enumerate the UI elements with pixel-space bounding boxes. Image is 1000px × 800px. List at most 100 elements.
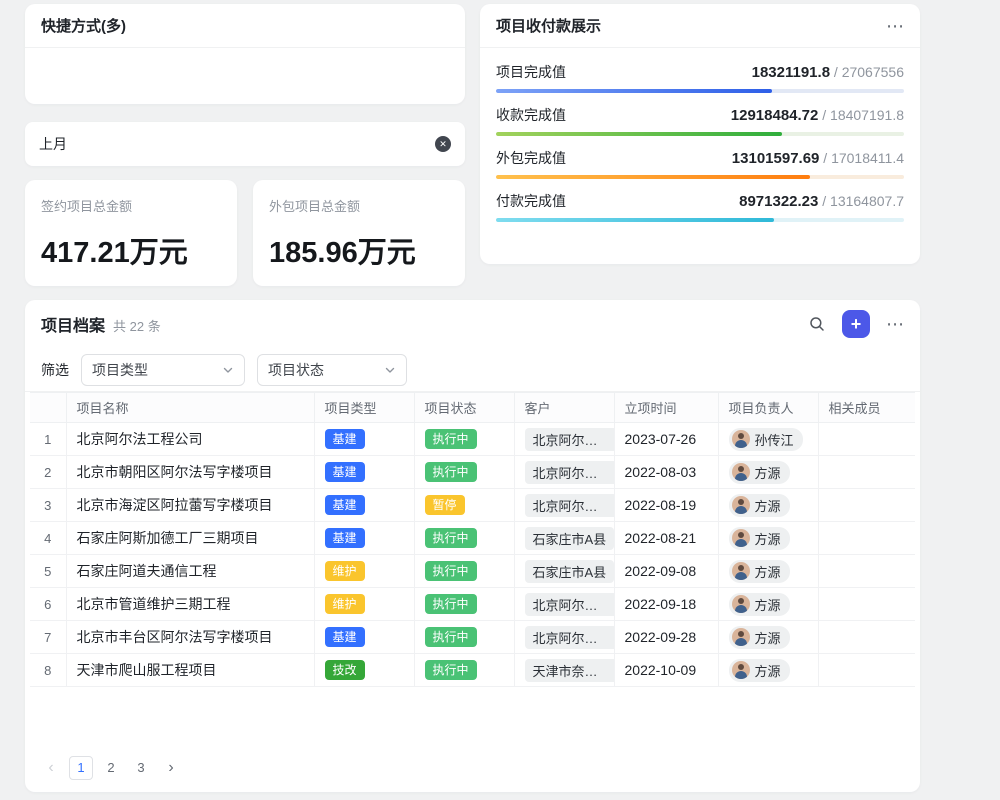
customer-pill: 北京阿尔法工程公司 [525, 626, 615, 649]
members-cell [818, 555, 915, 588]
customer-pill: 北京阿尔法工程公司 [525, 428, 615, 451]
table-header-row: 项目名称 项目类型 项目状态 客户 立项时间 项目负责人 相关成员 [30, 393, 915, 423]
project-status-tag: 执行中 [425, 594, 477, 614]
add-record-button[interactable]: + [842, 310, 870, 338]
project-name-cell[interactable]: 石家庄阿道夫通信工程 [66, 555, 314, 588]
table-row[interactable]: 8 天津市爬山服工程项目 技改 执行中 天津市奈文摩尔 2022-10-09 方… [30, 654, 915, 687]
project-status-tag: 执行中 [425, 429, 477, 449]
column-header-owner[interactable]: 项目负责人 [718, 393, 818, 423]
members-cell [818, 588, 915, 621]
owner-chip: 方源 [729, 560, 790, 583]
progress-track [496, 175, 904, 179]
table-row[interactable]: 2 北京市朝阳区阿尔法写字楼项目 基建 执行中 北京阿尔法工程公司 2022-0… [30, 456, 915, 489]
more-icon[interactable]: ⋯ [886, 17, 904, 35]
progress-total: 18407191.8 [830, 107, 904, 123]
row-index: 7 [30, 621, 66, 654]
signed-amount-value: 417.21万元 [41, 229, 221, 271]
avatar [732, 661, 750, 679]
progress-row: 外包完成值 13101597.69 / 17018411.4 [496, 148, 904, 179]
row-index: 1 [30, 423, 66, 456]
table-card-actions: + ⋯ [808, 310, 904, 338]
customer-pill: 北京阿尔法工程公司 [525, 593, 615, 616]
owner-name: 方源 [755, 463, 781, 482]
pagination-prev-icon[interactable]: ‹ [39, 756, 63, 780]
project-type-tag: 基建 [325, 495, 365, 515]
project-type-tag: 基建 [325, 429, 365, 449]
record-count: 共 22 条 [113, 316, 161, 335]
progress-current: 18321191.8 [752, 64, 830, 81]
project-name-cell[interactable]: 北京市朝阳区阿尔法写字楼项目 [66, 456, 314, 489]
project-date-cell: 2022-08-19 [614, 489, 718, 522]
owner-name: 方源 [755, 595, 781, 614]
table-row[interactable]: 4 石家庄阿斯加德工厂三期项目 基建 执行中 石家庄市A县 2022-08-21… [30, 522, 915, 555]
progress-label: 付款完成值 [496, 191, 566, 211]
project-status-tag: 执行中 [425, 561, 477, 581]
customer-pill: 石家庄市A县 [525, 560, 615, 583]
project-status-tag: 暂停 [425, 495, 465, 515]
table-card-header: 项目档案 共 22 条 + ⋯ [25, 300, 920, 348]
column-header-status[interactable]: 项目状态 [414, 393, 514, 423]
month-filter-select[interactable]: 上月 ✕ [25, 122, 465, 166]
chevron-down-icon [222, 364, 234, 376]
project-type-tag: 技改 [325, 660, 365, 680]
project-name-cell[interactable]: 北京市管道维护三期工程 [66, 588, 314, 621]
column-header-date[interactable]: 立项时间 [614, 393, 718, 423]
project-type-tag: 基建 [325, 528, 365, 548]
project-type-filter-select[interactable]: 项目类型 [81, 354, 245, 386]
clear-filter-icon[interactable]: ✕ [435, 136, 451, 152]
customer-pill: 北京阿尔法工程公司 [525, 461, 615, 484]
column-header-customer[interactable]: 客户 [514, 393, 614, 423]
pagination-page-1[interactable]: 1 [69, 756, 93, 780]
project-date-cell: 2023-07-26 [614, 423, 718, 456]
project-name-cell[interactable]: 北京市海淀区阿拉蕾写字楼项目 [66, 489, 314, 522]
project-date-cell: 2022-08-03 [614, 456, 718, 489]
progress-row: 项目完成值 18321191.8 / 27067556 [496, 62, 904, 93]
payments-card: 项目收付款展示 ⋯ 项目完成值 18321191.8 / 27067556 收款… [480, 4, 920, 264]
column-header-members[interactable]: 相关成员 [818, 393, 915, 423]
project-name-cell[interactable]: 石家庄阿斯加德工厂三期项目 [66, 522, 314, 555]
members-cell [818, 621, 915, 654]
progress-label: 收款完成值 [496, 105, 566, 125]
pagination-page-3[interactable]: 3 [129, 756, 153, 780]
row-index: 2 [30, 456, 66, 489]
chevron-down-icon [384, 364, 396, 376]
table-row[interactable]: 5 石家庄阿道夫通信工程 维护 执行中 石家庄市A县 2022-09-08 方源 [30, 555, 915, 588]
progress-label: 项目完成值 [496, 62, 566, 82]
row-index: 3 [30, 489, 66, 522]
pagination-page-2[interactable]: 2 [99, 756, 123, 780]
column-header-type[interactable]: 项目类型 [314, 393, 414, 423]
more-icon[interactable]: ⋯ [886, 315, 904, 333]
progress-track [496, 89, 904, 93]
project-type-tag: 基建 [325, 627, 365, 647]
table-row[interactable]: 1 北京阿尔法工程公司 基建 执行中 北京阿尔法工程公司 2023-07-26 … [30, 423, 915, 456]
owner-chip: 方源 [729, 494, 790, 517]
table-row[interactable]: 3 北京市海淀区阿拉蕾写字楼项目 基建 暂停 北京阿尔法工程公司 2022-08… [30, 489, 915, 522]
progress-fill [496, 132, 782, 136]
pagination-next-icon[interactable]: › [159, 756, 183, 780]
owner-name: 方源 [755, 496, 781, 515]
shortcuts-card-header: 快捷方式(多) [25, 4, 465, 48]
table-row[interactable]: 6 北京市管道维护三期工程 维护 执行中 北京阿尔法工程公司 2022-09-1… [30, 588, 915, 621]
column-header-name[interactable]: 项目名称 [66, 393, 314, 423]
project-name-cell[interactable]: 天津市爬山服工程项目 [66, 654, 314, 687]
project-name-cell[interactable]: 北京阿尔法工程公司 [66, 423, 314, 456]
members-cell [818, 654, 915, 687]
progress-value: 18321191.8 / 27067556 [752, 64, 904, 81]
row-index: 5 [30, 555, 66, 588]
search-icon[interactable] [808, 315, 826, 333]
project-status-filter-select[interactable]: 项目状态 [257, 354, 407, 386]
project-name-cell[interactable]: 北京市丰台区阿尔法写字楼项目 [66, 621, 314, 654]
members-cell [818, 489, 915, 522]
customer-pill: 石家庄市A县 [525, 527, 615, 550]
project-status-tag: 执行中 [425, 528, 477, 548]
owner-name: 孙传江 [755, 430, 794, 449]
owner-name: 方源 [755, 628, 781, 647]
progress-value: 12918484.72 / 18407191.8 [731, 107, 904, 124]
table-row[interactable]: 7 北京市丰台区阿尔法写字楼项目 基建 执行中 北京阿尔法工程公司 2022-0… [30, 621, 915, 654]
avatar [732, 529, 750, 547]
shortcuts-card-title: 快捷方式(多) [41, 15, 126, 36]
progress-value: 8971322.23 / 13164807.7 [739, 193, 904, 210]
members-cell [818, 423, 915, 456]
progress-track [496, 218, 904, 222]
project-archive-card: 项目档案 共 22 条 + ⋯ 筛选 项目类型 项目状态 [25, 300, 920, 792]
